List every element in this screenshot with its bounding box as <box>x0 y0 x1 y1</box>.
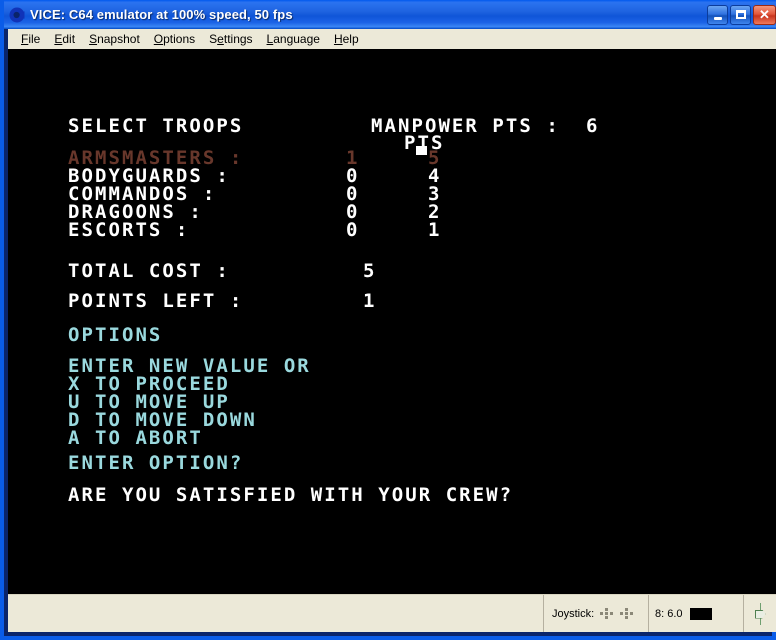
select-troops-heading: SELECT TROOPS <box>68 115 244 137</box>
drive-led-indicator <box>689 607 712 620</box>
status-pane-drive[interactable]: 8: 6.0 <box>649 595 744 632</box>
status-pane-tape[interactable] <box>744 595 776 632</box>
menu-item-help[interactable]: Help <box>327 30 366 48</box>
c64-text-surface: SELECT TROOPS MANPOWER PTS : 6 PTS ARMSM… <box>8 49 776 594</box>
status-pane-messages <box>8 595 544 632</box>
total-cost-label: TOTAL COST : <box>68 260 230 282</box>
manpower-value: 6 <box>586 115 600 137</box>
window-controls: ✕ <box>707 4 776 25</box>
enter-option-prompt: ENTER OPTION? <box>68 452 244 474</box>
tape-counter-icon <box>754 602 767 625</box>
troop-row-pts-4: 1 <box>428 219 442 241</box>
maximize-icon <box>735 10 746 19</box>
status-pane-joystick[interactable]: Joystick: <box>544 595 649 632</box>
minimize-icon <box>713 16 722 20</box>
points-left-label: POINTS LEFT : <box>68 290 244 312</box>
menu-item-file[interactable]: File <box>14 30 47 48</box>
maximize-button[interactable] <box>730 4 751 25</box>
options-heading: OPTIONS <box>68 324 163 346</box>
menu-item-edit[interactable]: Edit <box>47 30 82 48</box>
joystick-port2-icon <box>620 607 634 620</box>
crew-satisfaction-question: ARE YOU SATISFIED WITH YOUR CREW? <box>68 484 514 506</box>
total-cost-value: 5 <box>363 260 377 282</box>
minimize-button[interactable] <box>707 4 728 25</box>
status-bar: Joystick: 8: 6.0 <box>8 594 776 632</box>
close-icon: ✕ <box>759 7 770 22</box>
menu-item-settings[interactable]: Settings <box>202 30 259 48</box>
joystick-port1-icon <box>600 607 614 620</box>
joystick-label: Joystick: <box>552 607 595 620</box>
window-title: VICE: C64 emulator at 100% speed, 50 fps <box>30 7 293 22</box>
emulator-screen[interactable]: SELECT TROOPS MANPOWER PTS : 6 PTS ARMSM… <box>8 49 776 594</box>
menu-bar: File Edit Snapshot Options Settings Lang… <box>8 29 776 49</box>
vice-emulator-window: VICE: C64 emulator at 100% speed, 50 fps… <box>0 0 776 640</box>
menu-item-snapshot[interactable]: Snapshot <box>82 30 147 48</box>
text-cursor <box>416 146 427 155</box>
option-line-4[interactable]: A TO ABORT <box>68 429 203 448</box>
close-button[interactable]: ✕ <box>753 4 776 25</box>
points-left-value: 1 <box>363 290 377 312</box>
manpower-label: MANPOWER PTS : <box>371 115 560 137</box>
troop-row-label-4[interactable]: ESCORTS : <box>68 221 189 240</box>
troop-row-count-4: 0 <box>346 219 360 241</box>
menu-item-language[interactable]: Language <box>260 30 327 48</box>
commodore-logo-icon <box>8 6 26 24</box>
menu-item-options[interactable]: Options <box>147 30 202 48</box>
title-bar[interactable]: VICE: C64 emulator at 100% speed, 50 fps… <box>4 0 776 29</box>
drive-status-text: 8: 6.0 <box>655 607 683 620</box>
